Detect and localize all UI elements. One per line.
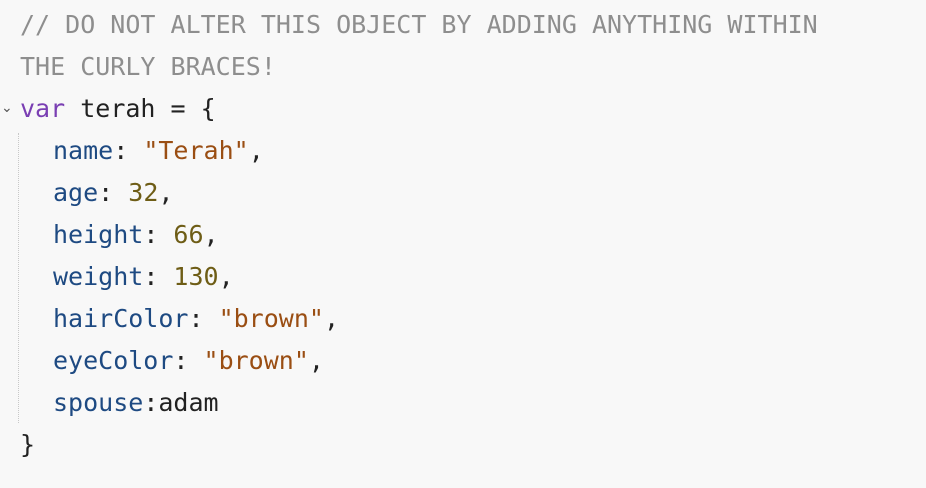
property-line: spouse:adam (20, 382, 219, 424)
property-line: weight: 130, (20, 256, 234, 298)
comment-line-2: THE CURLY BRACES! (20, 52, 276, 81)
property-comma: , (158, 178, 174, 207)
property-line: height: 66, (20, 214, 219, 256)
property-line: eyeColor: "brown", (20, 340, 324, 382)
property-comma: , (218, 262, 234, 291)
property-separator: : (143, 262, 174, 291)
property-key: hairColor (53, 304, 189, 333)
property-separator: : (98, 178, 129, 207)
property-separator: : (173, 346, 204, 375)
property-value: 130 (173, 262, 219, 291)
property-key: weight (53, 262, 144, 291)
declaration-line: var terah = { (20, 88, 216, 130)
property-key: spouse (53, 388, 144, 417)
var-keyword: var (20, 94, 66, 123)
property-value: 32 (128, 178, 159, 207)
property-key: age (53, 178, 99, 207)
property-key: name (53, 136, 114, 165)
property-key: eyeColor (53, 346, 174, 375)
property-comma: , (248, 136, 264, 165)
property-separator: : (188, 304, 219, 333)
close-brace: } (20, 430, 36, 459)
property-line: name: "Terah", (20, 130, 264, 172)
property-value: 66 (173, 220, 204, 249)
open-brace: { (200, 94, 216, 123)
property-line: hairColor: "brown", (20, 298, 339, 340)
property-separator: : (143, 220, 174, 249)
property-value: adam (158, 388, 219, 417)
property-line: age: 32, (20, 172, 173, 214)
property-comma: , (308, 346, 324, 375)
property-separator: : (143, 388, 159, 417)
variable-name: terah (80, 94, 156, 123)
property-value: "brown" (218, 304, 324, 333)
code-editor[interactable]: ⌄ // DO NOT ALTER THIS OBJECT BY ADDING … (0, 0, 926, 488)
property-comma: , (323, 304, 339, 333)
property-separator: : (113, 136, 144, 165)
comment-line-1: // DO NOT ALTER THIS OBJECT BY ADDING AN… (20, 10, 818, 39)
assignment-operator: = (170, 94, 186, 123)
property-comma: , (203, 220, 219, 249)
property-value: "Terah" (143, 136, 249, 165)
indent-guide (18, 133, 19, 423)
fold-arrow-icon[interactable]: ⌄ (1, 98, 13, 118)
property-value: "brown" (203, 346, 309, 375)
property-key: height (53, 220, 144, 249)
